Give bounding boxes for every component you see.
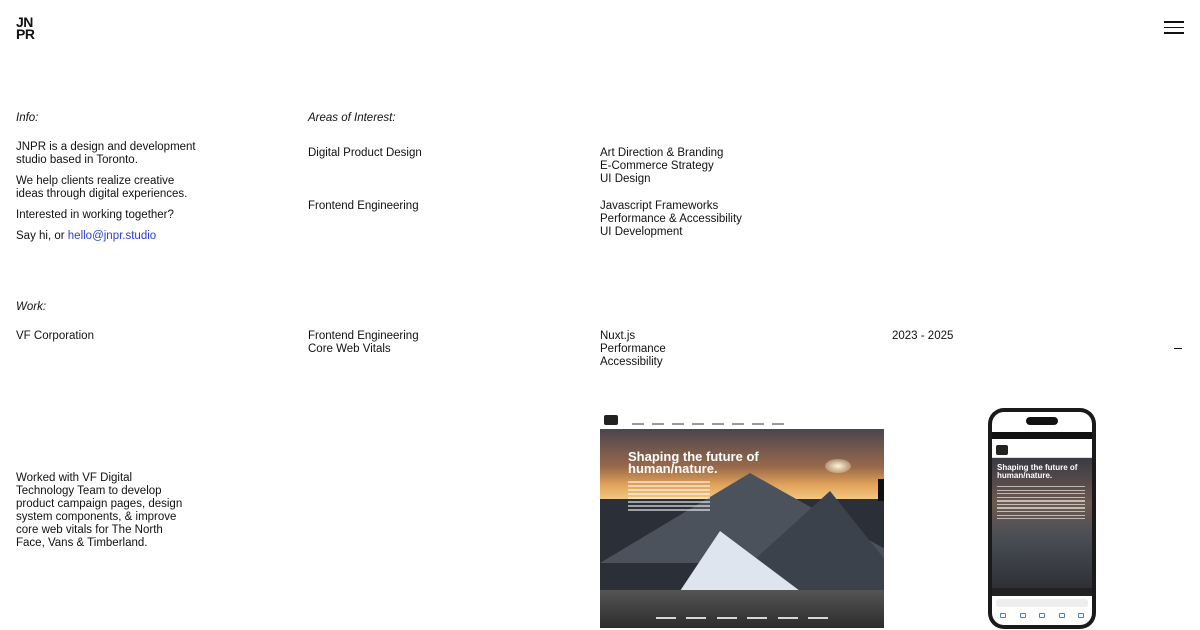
area-item: Art Direction & Branding	[600, 147, 724, 159]
area-title-2: Frontend Engineering	[308, 200, 419, 212]
info-paragraph-2: We help clients realize creative ideas t…	[16, 175, 188, 200]
mobile-hero: Shaping the future of human/nature.	[992, 458, 1092, 588]
info-label: Info:	[16, 112, 39, 124]
area-title-1: Digital Product Design	[308, 147, 422, 159]
desktop-nav-bar	[600, 411, 884, 429]
work-tech: Nuxt.js Performance Accessibility	[600, 330, 666, 369]
work-roles: Frontend Engineering Core Web Vitals	[308, 330, 419, 356]
work-role: Frontend Engineering	[308, 330, 419, 342]
work-label: Work:	[16, 301, 47, 313]
work-tech-item: Nuxt.js	[600, 330, 636, 342]
areas-label: Areas of Interest:	[308, 112, 396, 124]
mobile-toolbar	[1000, 613, 1084, 619]
area-item: Javascript Frameworks	[600, 200, 719, 212]
minus-icon[interactable]	[1174, 348, 1182, 350]
work-years: 2023 - 2025	[892, 330, 954, 342]
info-paragraph-1: JNPR is a design and development studio …	[16, 141, 196, 166]
email-link[interactable]: hello@jnpr.studio	[68, 230, 156, 242]
info-section: JNPR is a design and development studio …	[16, 141, 196, 251]
desktop-headline: Shaping the future of human/nature.	[628, 449, 759, 476]
desktop-bottom-tabs	[656, 614, 828, 622]
area-item: Performance & Accessibility	[600, 213, 742, 225]
work-tech-item: Performance	[600, 343, 666, 355]
logo-line-2: PR	[16, 26, 35, 42]
work-description: Worked with VF Digital Technology Team t…	[16, 472, 183, 549]
mobile-url-bar	[996, 599, 1088, 607]
work-client[interactable]: VF Corporation	[16, 330, 94, 343]
area-item: UI Development	[600, 226, 683, 238]
mobile-tabs	[992, 588, 1092, 596]
mobile-screenshot: Shaping the future of human/nature.	[988, 408, 1096, 629]
mobile-nav-bar	[992, 442, 1092, 458]
jnpr-logo[interactable]: JN PR	[16, 15, 46, 42]
info-paragraph-3: Interested in working together?	[16, 209, 174, 221]
area-list-1: Art Direction & Branding E-Commerce Stra…	[600, 147, 723, 186]
info-paragraph-4: Say hi, or hello@jnpr.studio	[16, 230, 196, 243]
side-tab	[878, 479, 884, 501]
area-list-2: Javascript Frameworks Performance & Acce…	[600, 200, 742, 239]
work-tech-item: Accessibility	[600, 356, 663, 368]
promo-banner	[992, 432, 1092, 439]
north-face-logo-icon	[996, 445, 1008, 455]
mobile-headline: Shaping the future of human/nature.	[997, 463, 1078, 480]
desktop-screenshot: Shaping the future of human/nature.	[600, 411, 884, 628]
hamburger-icon[interactable]	[1164, 21, 1184, 35]
work-role: Core Web Vitals	[308, 343, 391, 355]
say-hi-text: Say hi, or	[16, 230, 68, 242]
area-item: E-Commerce Strategy	[600, 160, 714, 172]
area-item: UI Design	[600, 173, 651, 185]
